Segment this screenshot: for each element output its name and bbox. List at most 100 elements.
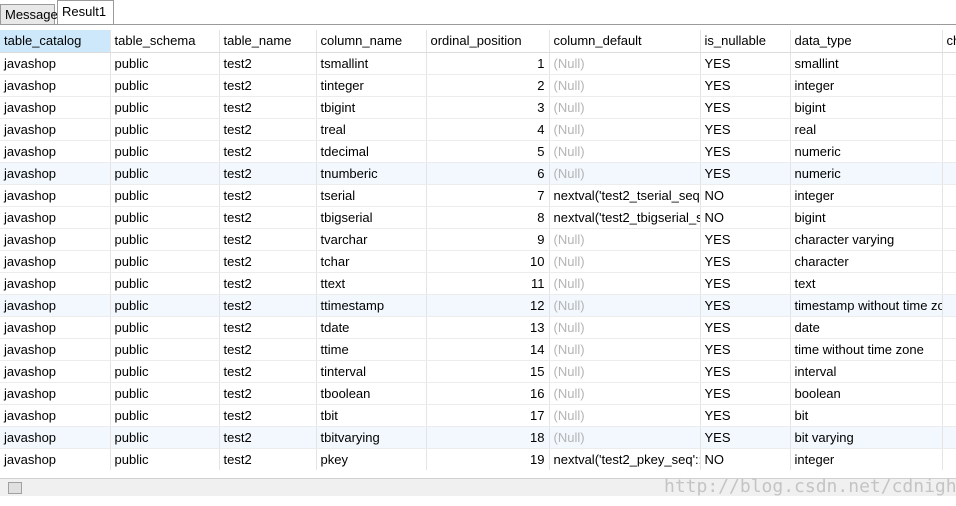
cell-column-name[interactable]: tbigserial: [316, 206, 427, 229]
cell-table-name[interactable]: test2: [219, 52, 317, 75]
cell-table-schema[interactable]: public: [110, 74, 220, 97]
cell-table-catalog[interactable]: javashop: [0, 448, 111, 470]
cell-table-name[interactable]: test2: [219, 228, 317, 251]
cell-ordinal-position[interactable]: 3: [426, 96, 550, 119]
table-row[interactable]: javashop public test2 ttimestamp 12 (Null) YES…: [0, 294, 956, 317]
cell-column-name[interactable]: tsmallint: [316, 52, 427, 75]
cell-ch[interactable]: [942, 184, 956, 207]
scrollbar-thumb[interactable]: [8, 482, 22, 494]
cell-data-type[interactable]: bit varying: [790, 426, 943, 449]
cell-column-default[interactable]: (Null): [549, 74, 701, 97]
cell-ch[interactable]: [942, 74, 956, 97]
cell-data-type[interactable]: character: [790, 250, 943, 273]
cell-column-default[interactable]: (Null): [549, 316, 701, 339]
cell-ordinal-position[interactable]: 13: [426, 316, 550, 339]
cell-ch[interactable]: [942, 250, 956, 273]
cell-data-type[interactable]: bit: [790, 404, 943, 427]
column-header-ch[interactable]: ch: [942, 30, 956, 53]
cell-ordinal-position[interactable]: 15: [426, 360, 550, 383]
cell-column-default[interactable]: (Null): [549, 140, 701, 163]
cell-table-schema[interactable]: public: [110, 206, 220, 229]
cell-ordinal-position[interactable]: 2: [426, 74, 550, 97]
cell-table-schema[interactable]: public: [110, 360, 220, 383]
cell-table-schema[interactable]: public: [110, 162, 220, 185]
cell-ch[interactable]: [942, 118, 956, 141]
cell-ordinal-position[interactable]: 6: [426, 162, 550, 185]
cell-data-type[interactable]: interval: [790, 360, 943, 383]
cell-table-name[interactable]: test2: [219, 96, 317, 119]
cell-table-name[interactable]: test2: [219, 162, 317, 185]
cell-is-nullable[interactable]: YES: [700, 118, 791, 141]
cell-ordinal-position[interactable]: 16: [426, 382, 550, 405]
cell-table-name[interactable]: test2: [219, 74, 317, 97]
cell-table-catalog[interactable]: javashop: [0, 52, 111, 75]
cell-table-schema[interactable]: public: [110, 448, 220, 470]
cell-column-default[interactable]: (Null): [549, 118, 701, 141]
table-row[interactable]: javashop public test2 pkey 19 nextval('test2_…: [0, 448, 956, 470]
cell-data-type[interactable]: numeric: [790, 162, 943, 185]
table-row[interactable]: javashop public test2 tchar 10 (Null) YES chara…: [0, 250, 956, 273]
cell-column-default[interactable]: (Null): [549, 360, 701, 383]
cell-is-nullable[interactable]: YES: [700, 338, 791, 361]
column-header-table-name[interactable]: table_name: [219, 30, 317, 53]
cell-ch[interactable]: [942, 316, 956, 339]
cell-table-schema[interactable]: public: [110, 140, 220, 163]
cell-column-name[interactable]: tdate: [316, 316, 427, 339]
cell-table-catalog[interactable]: javashop: [0, 272, 111, 295]
cell-ordinal-position[interactable]: 12: [426, 294, 550, 317]
table-row[interactable]: javashop public test2 ttext 11 (Null) YES text: [0, 272, 956, 295]
cell-table-name[interactable]: test2: [219, 140, 317, 163]
table-row[interactable]: javashop public test2 tserial 7 nextval('test…: [0, 184, 956, 207]
cell-column-default[interactable]: (Null): [549, 426, 701, 449]
cell-table-name[interactable]: test2: [219, 206, 317, 229]
table-row[interactable]: javashop public test2 tvarchar 9 (Null) YES cha…: [0, 228, 956, 251]
tab-result1[interactable]: Result1: [57, 0, 114, 24]
cell-ordinal-position[interactable]: 8: [426, 206, 550, 229]
cell-ch[interactable]: [942, 360, 956, 383]
cell-table-name[interactable]: test2: [219, 338, 317, 361]
table-row[interactable]: javashop public test2 tbitvarying 18 (Null) YE…: [0, 426, 956, 449]
cell-column-default[interactable]: (Null): [549, 162, 701, 185]
cell-ordinal-position[interactable]: 1: [426, 52, 550, 75]
cell-table-catalog[interactable]: javashop: [0, 74, 111, 97]
table-row[interactable]: javashop public test2 tinteger 2 (Null) YES int…: [0, 74, 956, 97]
cell-is-nullable[interactable]: YES: [700, 96, 791, 119]
table-row[interactable]: javashop public test2 tbigserial 8 nextval('t…: [0, 206, 956, 229]
cell-column-default[interactable]: nextval('test2_tbigserial_se: [549, 206, 701, 229]
cell-table-schema[interactable]: public: [110, 426, 220, 449]
cell-table-schema[interactable]: public: [110, 96, 220, 119]
cell-table-catalog[interactable]: javashop: [0, 338, 111, 361]
cell-is-nullable[interactable]: YES: [700, 74, 791, 97]
cell-ordinal-position[interactable]: 18: [426, 426, 550, 449]
cell-column-name[interactable]: tvarchar: [316, 228, 427, 251]
cell-table-catalog[interactable]: javashop: [0, 140, 111, 163]
cell-table-name[interactable]: test2: [219, 426, 317, 449]
cell-data-type[interactable]: boolean: [790, 382, 943, 405]
cell-table-name[interactable]: test2: [219, 250, 317, 273]
cell-is-nullable[interactable]: YES: [700, 382, 791, 405]
cell-column-default[interactable]: (Null): [549, 338, 701, 361]
cell-table-catalog[interactable]: javashop: [0, 404, 111, 427]
cell-column-name[interactable]: tchar: [316, 250, 427, 273]
cell-column-name[interactable]: tbigint: [316, 96, 427, 119]
cell-ch[interactable]: [942, 52, 956, 75]
cell-ch[interactable]: [942, 272, 956, 295]
cell-is-nullable[interactable]: YES: [700, 316, 791, 339]
cell-table-catalog[interactable]: javashop: [0, 162, 111, 185]
cell-is-nullable[interactable]: YES: [700, 228, 791, 251]
cell-is-nullable[interactable]: NO: [700, 184, 791, 207]
cell-column-default[interactable]: nextval('test2_pkey_seq'::r: [549, 448, 701, 470]
table-row[interactable]: javashop public test2 tbigint 3 (Null) YES bigi…: [0, 96, 956, 119]
cell-table-schema[interactable]: public: [110, 294, 220, 317]
table-row[interactable]: javashop public test2 ttime 14 (Null) YES time …: [0, 338, 956, 361]
cell-table-catalog[interactable]: javashop: [0, 294, 111, 317]
cell-data-type[interactable]: numeric: [790, 140, 943, 163]
cell-column-name[interactable]: tboolean: [316, 382, 427, 405]
cell-is-nullable[interactable]: YES: [700, 140, 791, 163]
cell-ordinal-position[interactable]: 11: [426, 272, 550, 295]
cell-table-schema[interactable]: public: [110, 118, 220, 141]
cell-table-schema[interactable]: public: [110, 184, 220, 207]
cell-table-schema[interactable]: public: [110, 250, 220, 273]
cell-table-name[interactable]: test2: [219, 294, 317, 317]
cell-table-catalog[interactable]: javashop: [0, 382, 111, 405]
